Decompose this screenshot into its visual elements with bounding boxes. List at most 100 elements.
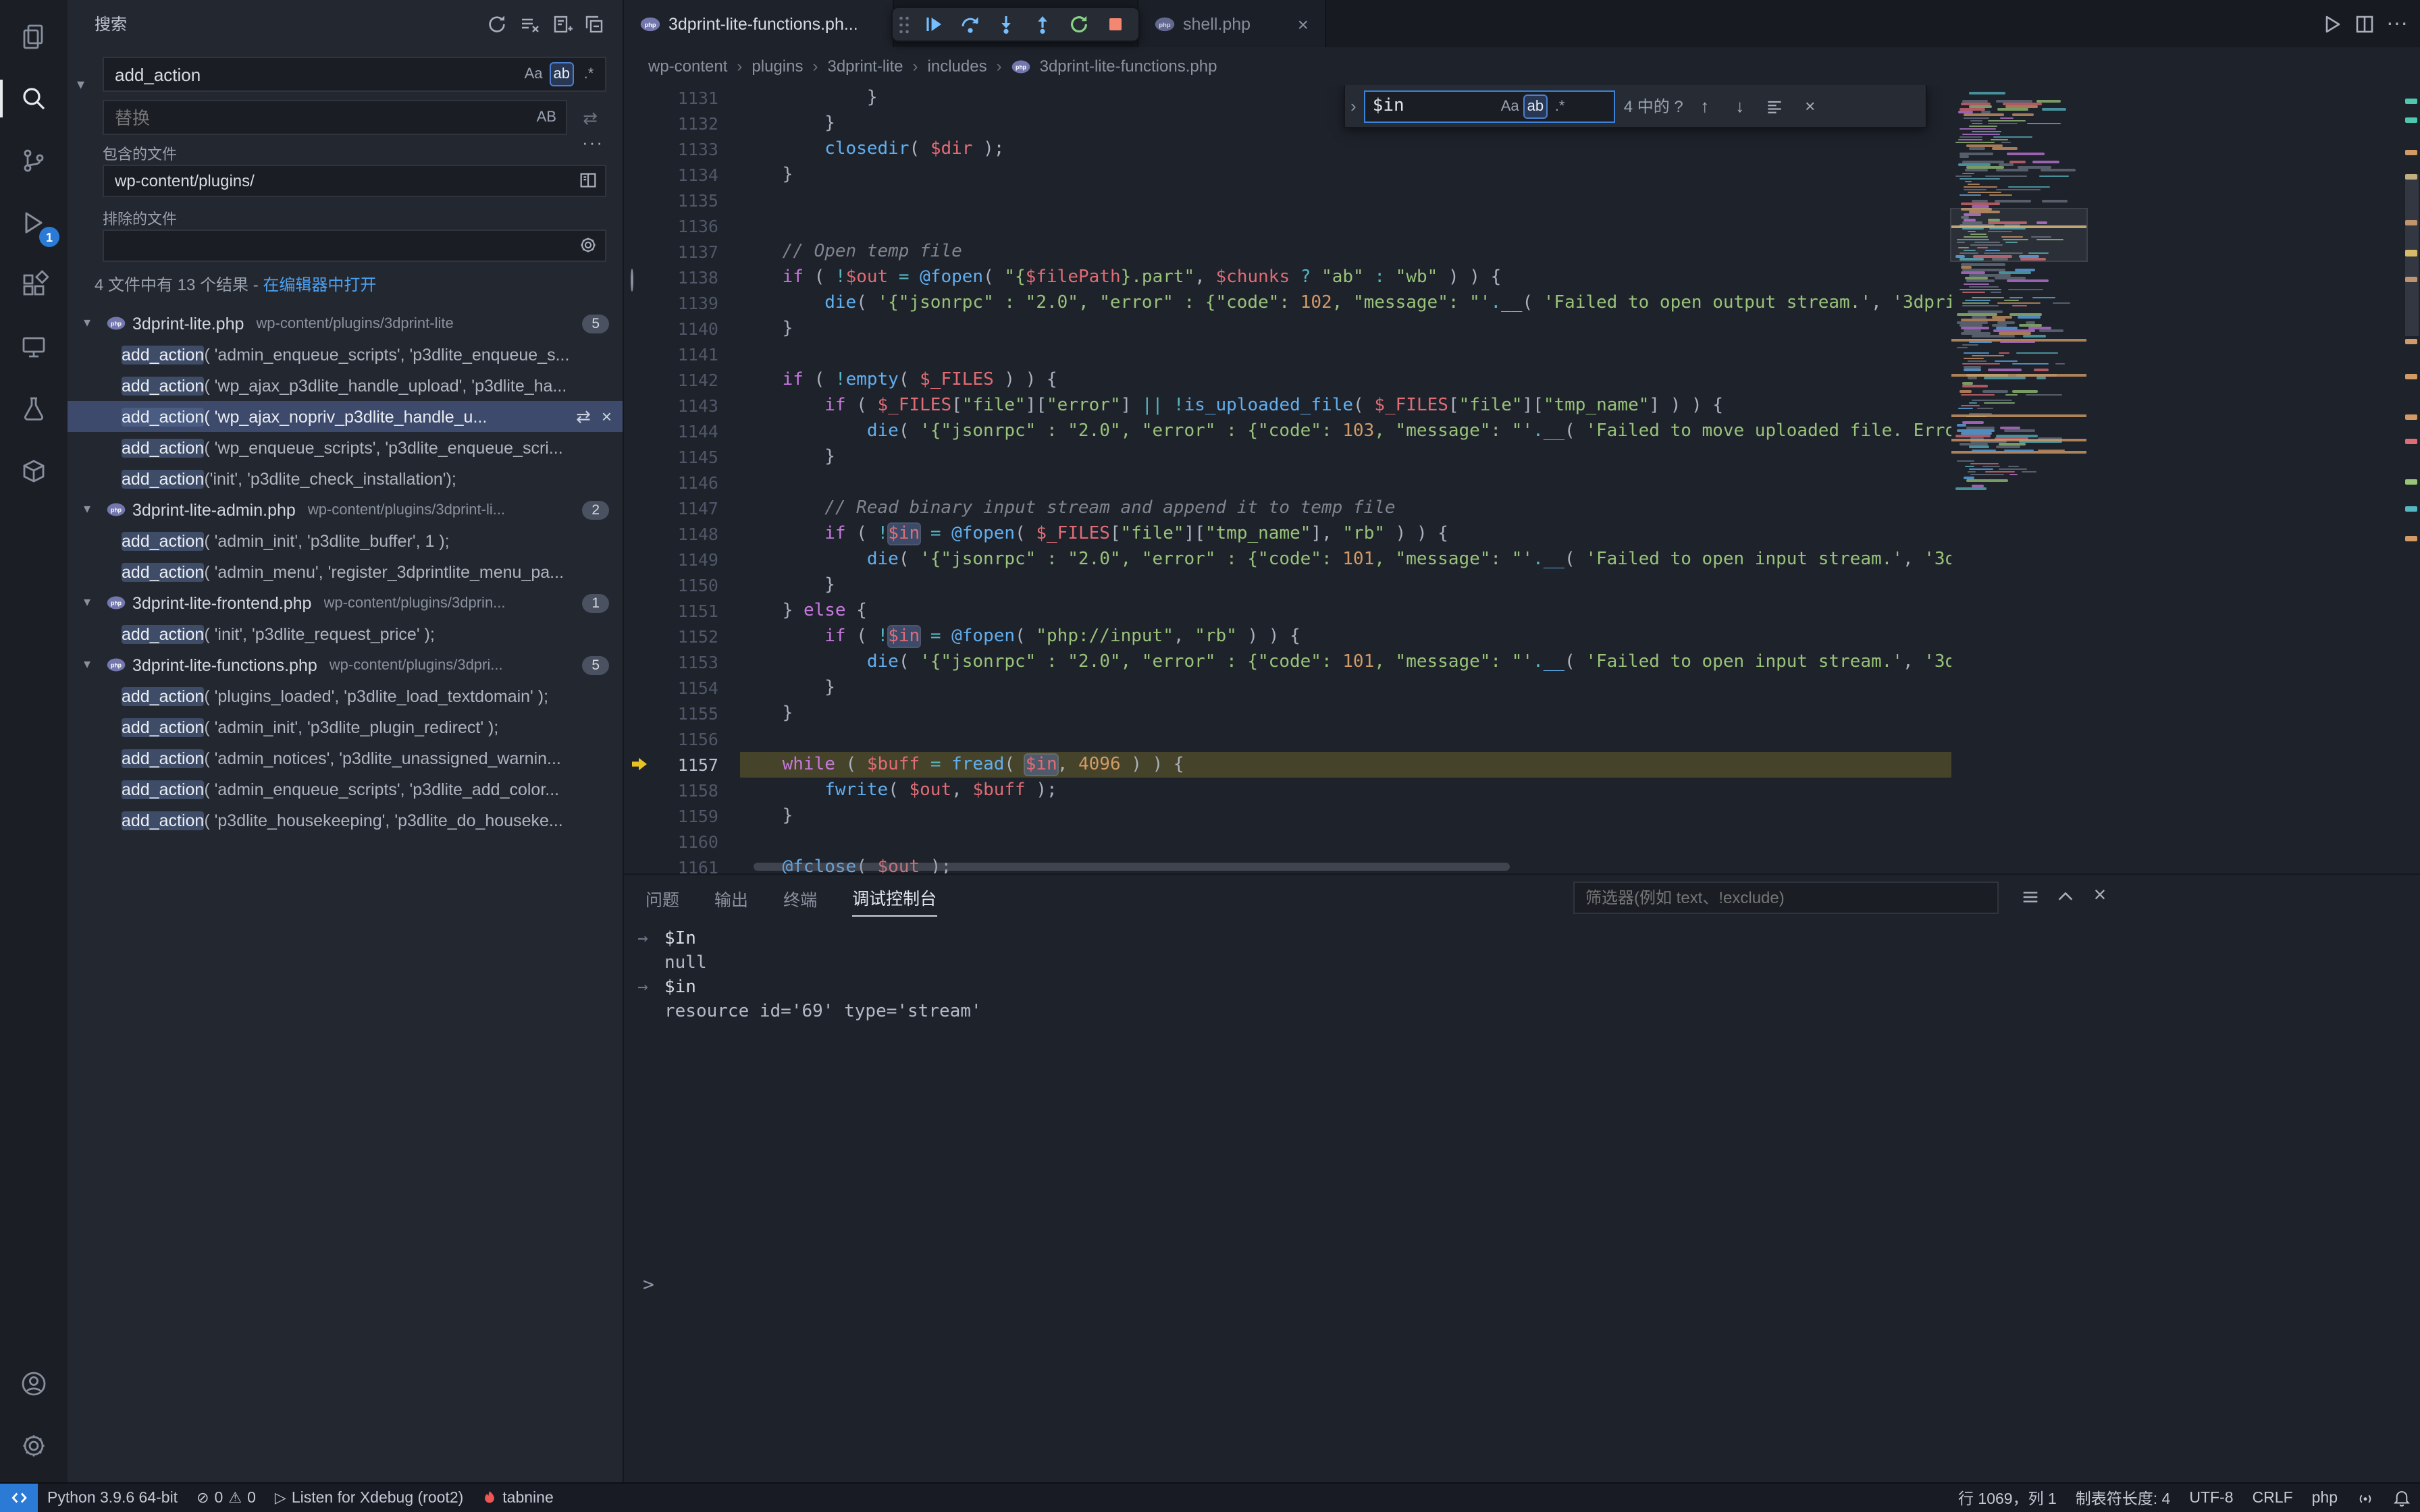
code-line[interactable] [740,470,1951,495]
code-line[interactable] [740,188,1951,213]
console-filter-input[interactable] [1573,882,1999,914]
code-line[interactable]: while ( $buff = fread( $in, 4096 ) ) { [740,752,1951,778]
code-line[interactable]: die( '{"jsonrpc" : "2.0", "error" : {"co… [740,290,1951,316]
maximize-panel-icon[interactable] [2050,882,2080,911]
code-line[interactable]: die( '{"jsonrpc" : "2.0", "error" : {"co… [740,547,1951,572]
activity-run-debug[interactable]: 1 [0,192,68,254]
drag-grip-icon[interactable] [898,14,910,34]
result-match-row[interactable]: add_action( 'plugins_loaded', 'p3dlite_l… [68,680,623,711]
breadcrumb-item[interactable]: plugins [752,57,803,76]
activity-search[interactable] [0,68,68,130]
code-line[interactable]: if ( !empty( $_FILES ) ) { [740,367,1951,393]
code-editor[interactable]: 1131113211331134113511361137113811391140… [624,85,2420,873]
toggle-replace-icon[interactable]: › [1350,96,1357,116]
result-match-row[interactable]: add_action( 'wp_ajax_p3dlite_handle_uplo… [68,370,623,401]
tabnine-status[interactable]: tabnine [473,1483,562,1512]
next-match-icon[interactable]: ↓ [1727,92,1754,119]
code-content[interactable]: } } closedir( $dir ); } // Open temp fil… [740,85,1951,873]
run-or-debug-icon[interactable] [2317,9,2347,38]
code-line[interactable]: // Open temp file [740,239,1951,265]
result-file-row[interactable]: ▾php3dprint-lite-admin.phpwp-content/plu… [68,494,623,525]
dismiss-match-icon[interactable]: × [602,406,612,427]
step-over-icon[interactable] [952,9,987,39]
eol-selector[interactable]: CRLF [2243,1483,2303,1512]
exclude-settings-icon[interactable] [578,235,598,255]
account-button[interactable] [0,1353,68,1415]
result-match-row[interactable]: add_action( 'admin_enqueue_scripts', 'p3… [68,339,623,370]
match-case-icon[interactable]: Aa [1497,94,1523,118]
step-out-icon[interactable] [1025,9,1060,39]
open-in-editor-link[interactable]: 在编辑器中打开 [263,275,376,294]
python-interpreter[interactable]: Python 3.9.6 64-bit [38,1483,187,1512]
code-line[interactable]: } [740,803,1951,829]
whole-word-icon[interactable]: ab [1523,94,1548,118]
tab-problems[interactable]: 问题 [646,880,679,916]
vertical-scrollbar[interactable] [2405,174,2419,336]
code-line[interactable]: } [740,316,1951,342]
settings-button[interactable] [0,1415,68,1477]
collapse-all-icon[interactable] [579,9,609,38]
new-search-editor-icon[interactable] [547,9,577,38]
breadcrumb-item[interactable]: wp-content [648,57,727,76]
activity-package[interactable] [0,440,68,502]
code-line[interactable]: } [740,444,1951,470]
code-line[interactable]: } [740,675,1951,701]
horizontal-scrollbar[interactable] [754,863,1510,871]
replace-input[interactable] [103,100,567,135]
replace-all-icon[interactable]: ⇄ [577,105,604,132]
result-match-row[interactable]: add_action( 'admin_enqueue_scripts', 'p3… [68,774,623,805]
breadcrumb-item[interactable]: includes [928,57,987,76]
problems-status[interactable]: ⊘0 ⚠0 [187,1483,265,1512]
code-line[interactable]: if ( !$in = @fopen( $_FILES["file"]["tmp… [740,521,1951,547]
result-file-row[interactable]: ▾php3dprint-lite.phpwp-content/plugins/3… [68,308,623,339]
stop-icon[interactable] [1098,9,1133,39]
breakpoint-icon[interactable] [631,270,633,290]
tab-output[interactable]: 输出 [714,880,748,916]
language-mode[interactable]: php [2303,1483,2347,1512]
remote-indicator[interactable] [0,1483,38,1512]
toggle-replace-button[interactable]: ▾ [77,76,84,93]
code-line[interactable]: if ( !$out = @fopen( "{$filePath}.part",… [740,265,1951,290]
files-to-exclude-input[interactable] [103,230,606,262]
code-line[interactable]: } [740,572,1951,598]
indentation[interactable]: 制表符长度: 4 [2066,1483,2180,1512]
code-line[interactable]: die( '{"jsonrpc" : "2.0", "error" : {"co… [740,649,1951,675]
activity-explorer[interactable] [0,5,68,68]
toggle-search-details-icon[interactable]: ··· [582,132,604,153]
result-match-row[interactable]: add_action( 'wp_ajax_nopriv_p3dlite_hand… [68,401,623,432]
code-line[interactable]: closedir( $dir ); [740,136,1951,162]
result-file-row[interactable]: ▾php3dprint-lite-functions.phpwp-content… [68,649,623,680]
breadcrumb-file[interactable]: 3dprint-lite-functions.php [1040,57,1217,76]
more-actions-icon[interactable]: ··· [2382,9,2412,38]
code-line[interactable]: } else { [740,598,1951,624]
code-line[interactable] [740,726,1951,752]
debug-console-prompt[interactable]: > [643,1274,654,1296]
minimap[interactable] [1951,85,2086,873]
code-line[interactable]: die( '{"jsonrpc" : "2.0", "error" : {"co… [740,418,1951,444]
step-into-icon[interactable] [989,9,1024,39]
code-line[interactable]: fwrite( $out, $buff ); [740,778,1951,803]
split-editor-icon[interactable] [2350,9,2379,38]
editor-gutter[interactable]: 1131113211331134113511361137113811391140… [624,85,740,873]
notifications-bell-icon[interactable] [2384,1483,2420,1512]
continue-icon[interactable] [916,9,951,39]
whole-word-icon[interactable]: ab [550,62,575,86]
result-match-row[interactable]: add_action( 'admin_menu', 'register_3dpr… [68,556,623,587]
result-match-row[interactable]: add_action( 'p3dlite_housekeeping', 'p3d… [68,805,623,836]
broadcast-icon[interactable] [2347,1483,2384,1512]
code-line[interactable]: } [740,162,1951,188]
activity-source-control[interactable] [0,130,68,192]
activity-remote-explorer[interactable] [0,316,68,378]
search-open-editors-icon[interactable] [578,170,598,190]
result-match-row[interactable]: add_action('init', 'p3dlite_check_instal… [68,463,623,494]
result-match-row[interactable]: add_action( 'admin_init', 'p3dlite_plugi… [68,711,623,742]
tab-3dprint-lite-functions[interactable]: php 3dprint-lite-functions.ph... [624,0,894,47]
preserve-case-icon[interactable]: AB [533,105,560,130]
activity-extensions[interactable] [0,254,68,316]
regex-icon[interactable]: .* [577,62,601,86]
result-match-row[interactable]: add_action( 'admin_init', 'p3dlite_buffe… [68,525,623,556]
close-panel-icon[interactable]: × [2085,882,2115,911]
tab-debug-console[interactable]: 调试控制台 [852,879,937,917]
code-line[interactable] [740,213,1951,239]
previous-match-icon[interactable]: ↑ [1691,92,1718,119]
